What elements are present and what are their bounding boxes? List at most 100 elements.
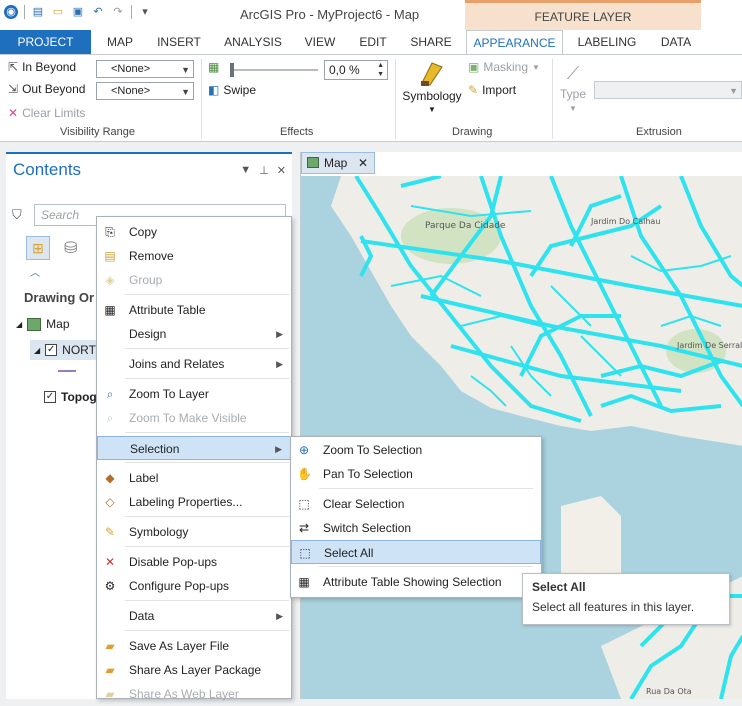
visibility-min-scale-combo[interactable]: <None> ▼	[96, 60, 194, 78]
menu-share-layer-package[interactable]: ▰ Share As Layer Package	[97, 658, 291, 682]
out-beyond-button[interactable]: ⇲ Out Beyond	[8, 82, 85, 96]
menu-separator	[125, 600, 289, 601]
menu-design[interactable]: Design ▶	[97, 322, 291, 346]
tab-project[interactable]: PROJECT	[0, 30, 91, 54]
pane-options-icon[interactable]: ▼	[240, 164, 251, 177]
masking-button[interactable]: ▣ Masking ▼	[468, 60, 540, 74]
open-project-icon[interactable]: ▭	[51, 5, 65, 19]
clear-limits-button[interactable]: ✕ Clear Limits	[8, 106, 85, 120]
menu-select-all[interactable]: ⬚ Select All	[291, 540, 541, 564]
spinner-arrows-icon[interactable]: ▲ ▼	[377, 61, 384, 79]
list-by-drawing-order-icon[interactable]: ⊞	[26, 236, 50, 260]
new-project-icon[interactable]: ▤	[31, 5, 45, 19]
qat-separator	[131, 5, 132, 19]
layer-context-menu: ⎘ Copy ▤ Remove ◈ Group ▦ Attribute Table De…	[96, 216, 292, 701]
symbology-button[interactable]: Symbology ▼	[402, 59, 462, 114]
zoom-selection-label: Zoom To Selection	[323, 443, 423, 457]
tooltip-title: Select All	[532, 580, 586, 594]
switch-selection-label: Switch Selection	[323, 521, 412, 535]
menu-symbology[interactable]: ✎ Symbology	[97, 520, 291, 544]
menu-clear-selection[interactable]: ⬚ Clear Selection	[291, 492, 541, 516]
tab-share[interactable]: SHARE	[407, 30, 455, 54]
select-all-tooltip: Select All Select all features in this l…	[522, 573, 730, 625]
menu-zoom-make-visible[interactable]: ⌕ Zoom To Make Visible	[97, 406, 291, 430]
redo-icon[interactable]: ↷	[111, 5, 125, 19]
menu-configure-popups-label: Configure Pop-ups	[129, 579, 230, 593]
extrusion-type-icon: ⟋	[566, 63, 580, 83]
map-view-tab[interactable]: Map ✕	[301, 152, 375, 174]
menu-attribute-table-selection[interactable]: ▦ Attribute Table Showing Selection	[291, 570, 541, 594]
chevron-down-icon: ▼	[729, 86, 738, 96]
menu-selection[interactable]: Selection ▶	[97, 436, 291, 460]
menu-switch-selection[interactable]: ⇄ Switch Selection	[291, 516, 541, 540]
extrusion-expression-combo[interactable]: ▼	[594, 81, 742, 99]
tab-map[interactable]: MAP	[101, 30, 139, 54]
out-beyond-label: Out Beyond	[22, 82, 86, 96]
pin-icon[interactable]: ⊥	[259, 164, 269, 177]
drawing-order-heading: Drawing Or	[24, 290, 95, 305]
layer-visibility-checkbox[interactable]: ✓	[45, 344, 58, 356]
transparency-value: 0,0 %	[329, 63, 360, 77]
tab-analysis[interactable]: ANALYSIS	[219, 30, 287, 54]
visibility-max-scale-combo[interactable]: <None> ▼	[96, 82, 194, 100]
toc-layer-nort-row[interactable]: ◢ ✓ NORT	[30, 340, 102, 360]
ribbon: ⇱ In Beyond ⇲ Out Beyond ✕ Clear Limits …	[0, 54, 742, 142]
transparency-input[interactable]: 0,0 % ▲ ▼	[324, 60, 388, 80]
menu-share-web-layer[interactable]: ▰ Share As Web Layer	[97, 682, 291, 706]
menu-attribute-table[interactable]: ▦ Attribute Table	[97, 298, 291, 322]
table-icon: ▦	[298, 575, 310, 589]
layer-visibility-checkbox[interactable]: ✓	[44, 391, 56, 403]
menu-label[interactable]: ◆ Label	[97, 466, 291, 490]
tab-view[interactable]: VIEW	[300, 30, 340, 54]
app-title: ArcGIS Pro - MyProject6 - Map	[240, 7, 420, 22]
collapse-icon[interactable]: ◢	[16, 320, 22, 329]
menu-labeling-properties[interactable]: ◇ Labeling Properties...	[97, 490, 291, 514]
zoom-visible-icon: ⌕	[106, 411, 114, 425]
tab-insert[interactable]: INSERT	[152, 30, 206, 54]
chevron-down-icon: ▼	[181, 87, 190, 97]
menu-design-label: Design	[129, 327, 167, 341]
symbology-label: Symbology	[402, 89, 462, 103]
menu-joins-relates[interactable]: Joins and Relates ▶	[97, 352, 291, 376]
undo-icon[interactable]: ↶	[91, 5, 105, 19]
in-beyond-button[interactable]: ⇱ In Beyond	[8, 60, 76, 74]
menu-group[interactable]: ◈ Group	[97, 268, 291, 292]
chevron-down-icon: ▼	[569, 104, 577, 113]
transparency-slider-track[interactable]	[230, 69, 318, 71]
search-placeholder: Search	[41, 208, 80, 222]
customize-qat-icon[interactable]: ▾	[138, 5, 152, 19]
ribbon-divider	[395, 59, 396, 139]
close-icon[interactable]: ✕	[277, 164, 286, 177]
toc-map-row[interactable]: ◢ Map	[16, 317, 70, 331]
menu-save-layer-file[interactable]: ▰ Save As Layer File	[97, 634, 291, 658]
menu-separator	[319, 488, 533, 489]
swipe-button[interactable]: ◧ Swipe	[208, 83, 256, 97]
menu-pan-to-selection[interactable]: ✋ Pan To Selection	[291, 462, 541, 486]
menu-disable-popups[interactable]: ✕ Disable Pop-ups	[97, 550, 291, 574]
menu-configure-popups[interactable]: ⚙ Configure Pop-ups	[97, 574, 291, 598]
tab-appearance[interactable]: APPEARANCE	[466, 30, 563, 54]
layer-symbol-line	[58, 370, 76, 372]
menu-zoom-to-selection[interactable]: ⊕ Zoom To Selection	[291, 438, 541, 462]
import-label: Import	[482, 83, 517, 97]
menu-data[interactable]: Data ▶	[97, 604, 291, 628]
menu-remove[interactable]: ▤ Remove	[97, 244, 291, 268]
list-by-source-icon[interactable]: ⛁	[64, 238, 77, 258]
tab-edit[interactable]: EDIT	[353, 30, 393, 54]
menu-copy[interactable]: ⎘ Copy	[97, 220, 291, 244]
toc-layer-topographic-row[interactable]: ✓ Topog	[44, 390, 97, 404]
import-icon: ✎	[468, 83, 479, 97]
tab-data[interactable]: DATA	[652, 30, 700, 54]
close-icon[interactable]: ✕	[358, 153, 368, 173]
save-icon[interactable]: ▣	[71, 5, 85, 19]
menu-zoom-to-layer[interactable]: ⌕ Zoom To Layer	[97, 382, 291, 406]
extrusion-type-label: Type	[560, 87, 587, 101]
import-button[interactable]: ✎ Import	[468, 83, 516, 97]
extrusion-type-button[interactable]: ⟋ Type ▼	[560, 63, 586, 113]
contextual-tab-header: FEATURE LAYER	[465, 0, 701, 30]
app-icon[interactable]: ◉	[4, 5, 18, 19]
filter-icon[interactable]: ⛉	[12, 207, 22, 223]
collapse-icon[interactable]: ◢	[34, 346, 40, 355]
transparency-slider-thumb[interactable]	[230, 63, 234, 77]
tab-labeling[interactable]: LABELING	[573, 30, 641, 54]
